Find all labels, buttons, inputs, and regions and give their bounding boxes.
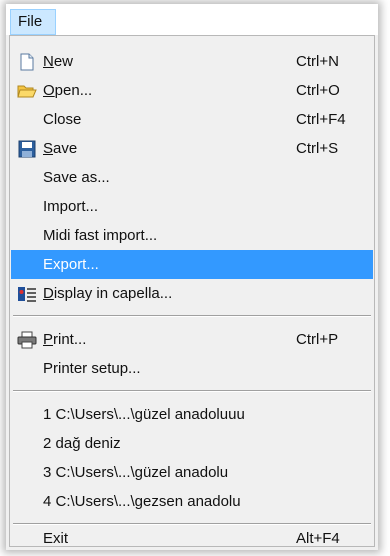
new-document-icon	[20, 53, 34, 71]
file-menu-window: File New Ctrl+N Open... Ctrl+O Close Ctr…	[6, 4, 378, 550]
menu-item-recent-4[interactable]: 4 C:\Users\...\gezsen anadolu	[11, 487, 373, 516]
menu-item-print[interactable]: Print... Ctrl+P	[11, 325, 373, 354]
menu-item-exit[interactable]: Exit Alt+F4	[11, 517, 373, 547]
menu-item-import-label: Import...	[43, 198, 99, 215]
menu-item-print-accel: P	[43, 331, 54, 348]
menu-item-recent-3[interactable]: 3 C:\Users\...\güzel anadolu	[11, 458, 373, 487]
menu-item-exit-shortcut: Alt+F4	[296, 530, 340, 547]
menu-item-display-capella-accel: D	[43, 285, 54, 302]
file-dropdown: New Ctrl+N Open... Ctrl+O Close Ctrl+F4 …	[9, 35, 375, 547]
recent-file-label: 3 C:\Users\...\güzel anadolu	[43, 464, 229, 481]
recent-file-label: 1 C:\Users\...\güzel anadoluuu	[43, 406, 245, 423]
menu-item-print-label: rint...	[53, 331, 87, 348]
menu-item-new-shortcut: Ctrl+N	[296, 53, 339, 70]
file-menu-button[interactable]: File	[10, 9, 56, 35]
menu-item-close[interactable]: Close Ctrl+F4	[11, 105, 373, 134]
menu-separator	[13, 390, 371, 392]
menu-item-save-as-label: Save as...	[43, 169, 110, 186]
menu-item-printer-setup[interactable]: Printer setup...	[11, 354, 373, 383]
printer-icon	[17, 331, 37, 349]
menu-item-open-shortcut: Ctrl+O	[296, 82, 340, 99]
capella-icon	[18, 287, 36, 302]
menu-item-save[interactable]: Save Ctrl+S	[11, 134, 373, 163]
menu-item-new[interactable]: New Ctrl+N	[11, 47, 373, 76]
menu-item-print-shortcut: Ctrl+P	[296, 331, 339, 348]
menu-item-open-label: pen...	[54, 82, 93, 99]
menu-item-close-label: Close	[43, 111, 82, 128]
menu-item-new-label: ew	[53, 53, 74, 70]
menu-item-save-accel: S	[43, 140, 54, 157]
menu-item-open[interactable]: Open... Ctrl+O	[11, 76, 373, 105]
menu-item-exit-label: Exit	[43, 530, 69, 547]
file-menu-label: File	[18, 13, 43, 30]
menu-bar: File	[6, 4, 378, 35]
menu-item-recent-2[interactable]: 2 dağ deniz	[11, 429, 373, 458]
menu-item-recent-1[interactable]: 1 C:\Users\...\güzel anadoluuu	[11, 400, 373, 429]
menu-separator	[13, 315, 371, 317]
folder-open-icon	[17, 85, 37, 98]
menu-item-open-accel: O	[43, 82, 55, 99]
menu-item-import[interactable]: Import...	[11, 192, 373, 221]
menu-item-export-label: Export...	[43, 256, 99, 273]
menu-item-midi-import[interactable]: Midi fast import...	[11, 221, 373, 250]
recent-file-label: 4 C:\Users\...\gezsen anadolu	[43, 493, 241, 510]
menu-item-midi-import-label: Midi fast import...	[43, 227, 158, 244]
floppy-disk-icon	[18, 140, 36, 158]
menu-item-export[interactable]: Export...	[11, 250, 373, 279]
menu-item-close-shortcut: Ctrl+F4	[296, 111, 346, 128]
menu-item-new-accel: N	[43, 53, 54, 70]
menu-item-save-label: ave	[53, 140, 78, 157]
menu-item-printer-setup-label: Printer setup...	[43, 360, 141, 377]
menu-item-save-shortcut: Ctrl+S	[296, 140, 339, 157]
menu-item-save-as[interactable]: Save as...	[11, 163, 373, 192]
recent-file-label: 2 dağ deniz	[43, 435, 121, 452]
menu-item-display-capella-label: isplay in capella...	[53, 285, 173, 302]
menu-item-display-capella[interactable]: Display in capella...	[11, 279, 373, 308]
